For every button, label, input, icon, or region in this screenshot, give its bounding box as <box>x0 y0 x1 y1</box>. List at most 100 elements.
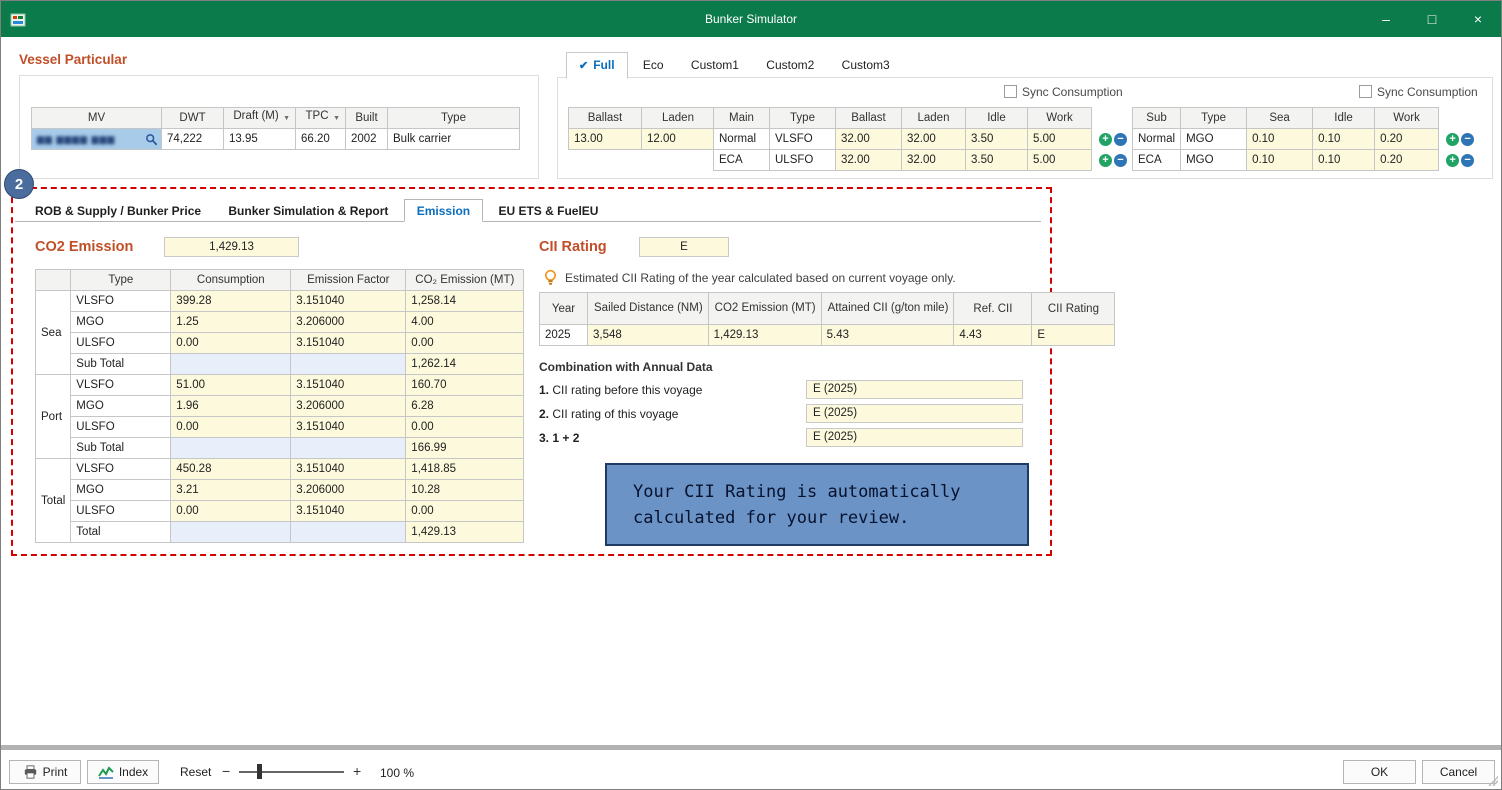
emission-factor-value[interactable]: 3.151040 <box>291 291 406 312</box>
main-eca-idle[interactable]: 3.50 <box>966 150 1028 171</box>
maximize-button[interactable]: □ <box>1409 1 1455 37</box>
remove-icon[interactable]: − <box>1461 154 1474 167</box>
co2-row: MGO 1.96 3.206000 6.28 <box>36 396 524 417</box>
vessel-draft[interactable]: 13.95 <box>224 129 296 150</box>
consumption-value[interactable]: 0.00 <box>171 333 291 354</box>
add-icon[interactable]: + <box>1446 133 1459 146</box>
index-button[interactable]: Index <box>87 760 159 784</box>
main-normal-ballast[interactable]: 32.00 <box>836 129 902 150</box>
main-normal-laden[interactable]: 32.00 <box>902 129 966 150</box>
sync-consumption-checkbox[interactable] <box>1004 85 1017 98</box>
sync-consumption-label: Sync Consumption <box>1377 85 1478 99</box>
profile-tab-full[interactable]: ✔ Full <box>566 52 628 79</box>
emission-factor-value[interactable]: 3.151040 <box>291 375 406 396</box>
add-icon[interactable]: + <box>1099 154 1112 167</box>
consumption-value[interactable]: 51.00 <box>171 375 291 396</box>
consumption-value[interactable]: 399.28 <box>171 291 291 312</box>
consumption-value[interactable]: 1.96 <box>171 396 291 417</box>
zoom-in-button[interactable]: + <box>353 763 361 779</box>
emission-factor-value[interactable]: 3.206000 <box>291 312 406 333</box>
main-eca-laden[interactable]: 32.00 <box>902 150 966 171</box>
main-eca-type[interactable]: ULSFO <box>770 150 836 171</box>
tab-eu-ets-fueleu[interactable]: EU ETS & FuelEU <box>486 200 610 223</box>
main-col-main: Main <box>714 108 770 129</box>
combo-item-3-value: E (2025) <box>806 428 1023 447</box>
remove-icon[interactable]: − <box>1114 154 1127 167</box>
co2-row: Total VLSFO 450.28 3.151040 1,418.85 <box>36 459 524 480</box>
co2-col-co2-emission: CO₂ Emission (MT) <box>406 270 524 291</box>
dropdown-arrow-icon[interactable]: ▼ <box>333 110 340 127</box>
emission-factor-value: 3.151040 <box>291 459 406 480</box>
emission-factor-value[interactable]: 3.151040 <box>291 333 406 354</box>
profile-tab-full-label: Full <box>593 58 614 72</box>
cancel-label: Cancel <box>1440 765 1477 779</box>
step-badge: 2 <box>4 169 34 199</box>
fuel-type: MGO <box>71 312 171 333</box>
profile-tab-eco[interactable]: Eco <box>631 51 676 78</box>
consumption-value[interactable]: 1.25 <box>171 312 291 333</box>
dropdown-arrow-icon[interactable]: ▼ <box>283 110 290 127</box>
co2-subtotal-row: Sub Total 1,262.14 <box>36 354 524 375</box>
sub-eca-idle[interactable]: 0.10 <box>1313 150 1375 171</box>
speed-laden[interactable]: 12.00 <box>642 129 715 150</box>
combo-item-1-label: CII rating before this voyage <box>552 383 702 397</box>
add-icon[interactable]: + <box>1099 133 1112 146</box>
sync-consumption-checkbox[interactable] <box>1359 85 1372 98</box>
minimize-button[interactable]: – <box>1363 1 1409 37</box>
profile-tab-custom1[interactable]: Custom1 <box>679 51 751 78</box>
co2-col-group <box>36 270 71 291</box>
fuel-type: MGO <box>71 480 171 501</box>
resize-grip[interactable] <box>1488 776 1498 786</box>
sub-eca-sea[interactable]: 0.10 <box>1247 150 1313 171</box>
sub-normal-label: Normal <box>1133 129 1181 150</box>
co2-row: MGO 1.25 3.206000 4.00 <box>36 312 524 333</box>
remove-icon[interactable]: − <box>1461 133 1474 146</box>
search-icon[interactable] <box>145 133 158 146</box>
sub-normal-work[interactable]: 0.20 <box>1375 129 1439 150</box>
main-normal-work[interactable]: 5.00 <box>1028 129 1092 150</box>
co2-emission-value: 4.00 <box>406 312 524 333</box>
main-normal-type[interactable]: VLSFO <box>770 129 836 150</box>
consumption-value[interactable]: 0.00 <box>171 417 291 438</box>
profile-tab-custom2[interactable]: Custom2 <box>754 51 826 78</box>
fuel-type: ULSFO <box>71 417 171 438</box>
fuel-type: ULSFO <box>71 501 171 522</box>
sub-normal-sea[interactable]: 0.10 <box>1247 129 1313 150</box>
ok-button[interactable]: OK <box>1343 760 1416 784</box>
subtotal-label: Sub Total <box>71 438 171 459</box>
tab-bunker-simulation-report[interactable]: Bunker Simulation & Report <box>216 200 400 223</box>
tab-emission[interactable]: Emission <box>404 199 483 222</box>
speed-ballast[interactable]: 13.00 <box>569 129 642 150</box>
title-bar: Bunker Simulator – □ × <box>1 1 1501 37</box>
speed-table: Ballast Laden 13.00 12.00 <box>568 107 715 150</box>
reset-label[interactable]: Reset <box>180 765 211 779</box>
main-eca-ballast[interactable]: 32.00 <box>836 150 902 171</box>
cii-col-year: Year <box>540 293 588 325</box>
zoom-slider-handle[interactable] <box>257 764 262 779</box>
fuel-type: VLSFO <box>71 459 171 480</box>
combination-title: Combination with Annual Data <box>539 360 713 374</box>
vessel-name-cell[interactable]: ▆▆ ▆▆▆▆ ▆▆▆ <box>32 129 162 150</box>
add-icon[interactable]: + <box>1446 154 1459 167</box>
combo-item-2-value: E (2025) <box>806 404 1023 423</box>
close-button[interactable]: × <box>1455 1 1501 37</box>
main-normal-idle[interactable]: 3.50 <box>966 129 1028 150</box>
emission-factor-value[interactable]: 3.151040 <box>291 417 406 438</box>
emission-factor-value: 3.151040 <box>291 501 406 522</box>
remove-icon[interactable]: − <box>1114 133 1127 146</box>
sub-normal-type[interactable]: MGO <box>1181 129 1247 150</box>
profile-tab-custom3[interactable]: Custom3 <box>830 51 902 78</box>
tab-rob-supply-bunker-price[interactable]: ROB & Supply / Bunker Price <box>23 200 213 223</box>
sub-normal-idle[interactable]: 0.10 <box>1313 129 1375 150</box>
sub-eca-work[interactable]: 0.20 <box>1375 150 1439 171</box>
zoom-slider-track[interactable] <box>239 771 344 773</box>
vessel-tpc[interactable]: 66.20 <box>296 129 346 150</box>
print-button[interactable]: Print <box>9 760 81 784</box>
emission-factor-value[interactable]: 3.206000 <box>291 396 406 417</box>
main-normal-label: Normal <box>714 129 770 150</box>
sub-eca-type[interactable]: MGO <box>1181 150 1247 171</box>
main-eca-work[interactable]: 5.00 <box>1028 150 1092 171</box>
zoom-out-button[interactable]: − <box>222 763 230 779</box>
ok-label: OK <box>1371 765 1388 779</box>
cancel-button[interactable]: Cancel <box>1422 760 1495 784</box>
